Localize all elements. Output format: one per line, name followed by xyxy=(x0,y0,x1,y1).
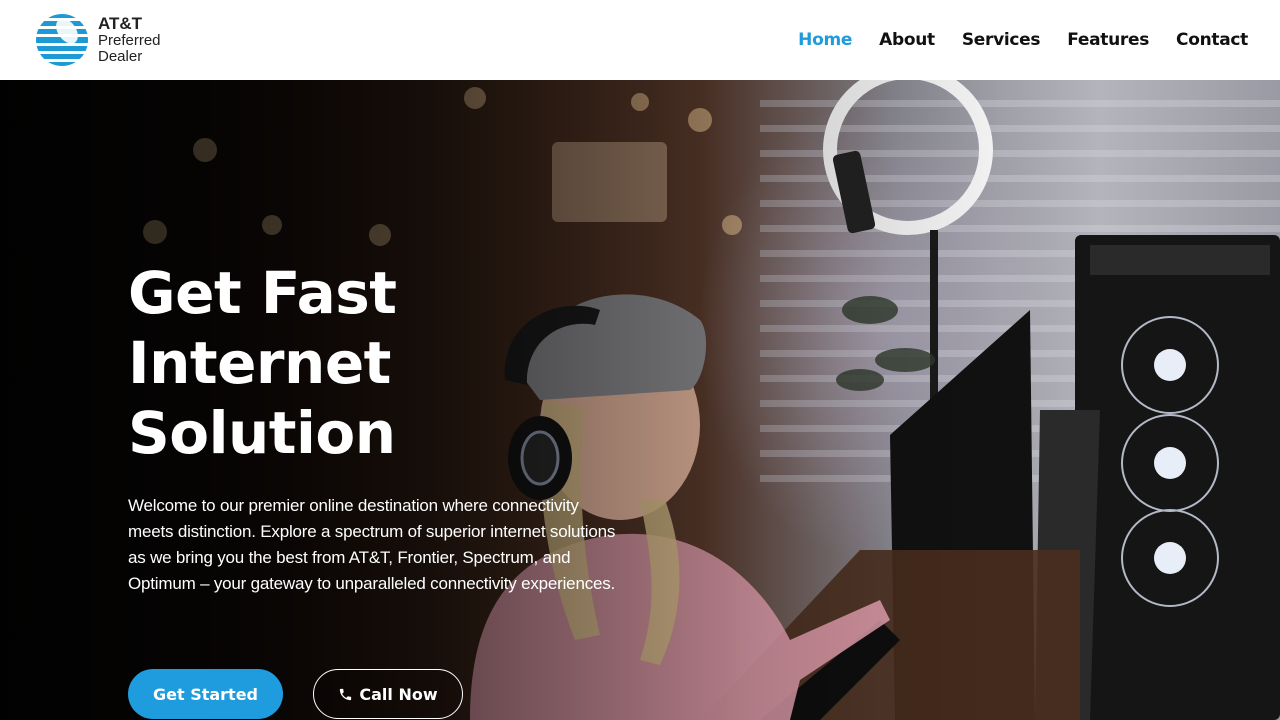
nav-home[interactable]: Home xyxy=(798,29,852,51)
call-now-button[interactable]: Call Now xyxy=(313,669,463,719)
get-started-button[interactable]: Get Started xyxy=(128,669,283,719)
hero-description: Welcome to our premier online destinatio… xyxy=(128,496,616,593)
main-nav: Home About Services Features Contact xyxy=(798,29,1248,51)
hero-title-line-2: Internet xyxy=(128,329,391,397)
hero-section: Get Fast Internet Solution Welcome to ou… xyxy=(0,80,1280,720)
get-started-label: Get Started xyxy=(152,684,258,704)
nav-features[interactable]: Features xyxy=(1067,29,1149,51)
att-globe-icon xyxy=(36,14,88,66)
nav-contact[interactable]: Contact xyxy=(1176,29,1248,51)
hero-title-line-3: Solution xyxy=(128,399,396,467)
hero-title-line-1: Get Fast xyxy=(128,259,397,327)
logo-line-3: Dealer xyxy=(98,48,143,65)
hero-title: Get Fast Internet Solution xyxy=(128,258,548,468)
logo-line-2: Preferred xyxy=(98,32,161,49)
site-header: AT&T Preferred Dealer Home About Service… xyxy=(0,0,1280,80)
logo-text: AT&T Preferred Dealer xyxy=(98,15,161,65)
call-now-label: Call Now xyxy=(359,684,438,704)
logo-line-1: AT&T xyxy=(98,14,143,33)
nav-about[interactable]: About xyxy=(879,29,935,51)
nav-services[interactable]: Services xyxy=(962,29,1041,51)
brand-logo[interactable]: AT&T Preferred Dealer xyxy=(34,13,174,67)
phone-icon xyxy=(340,688,352,700)
